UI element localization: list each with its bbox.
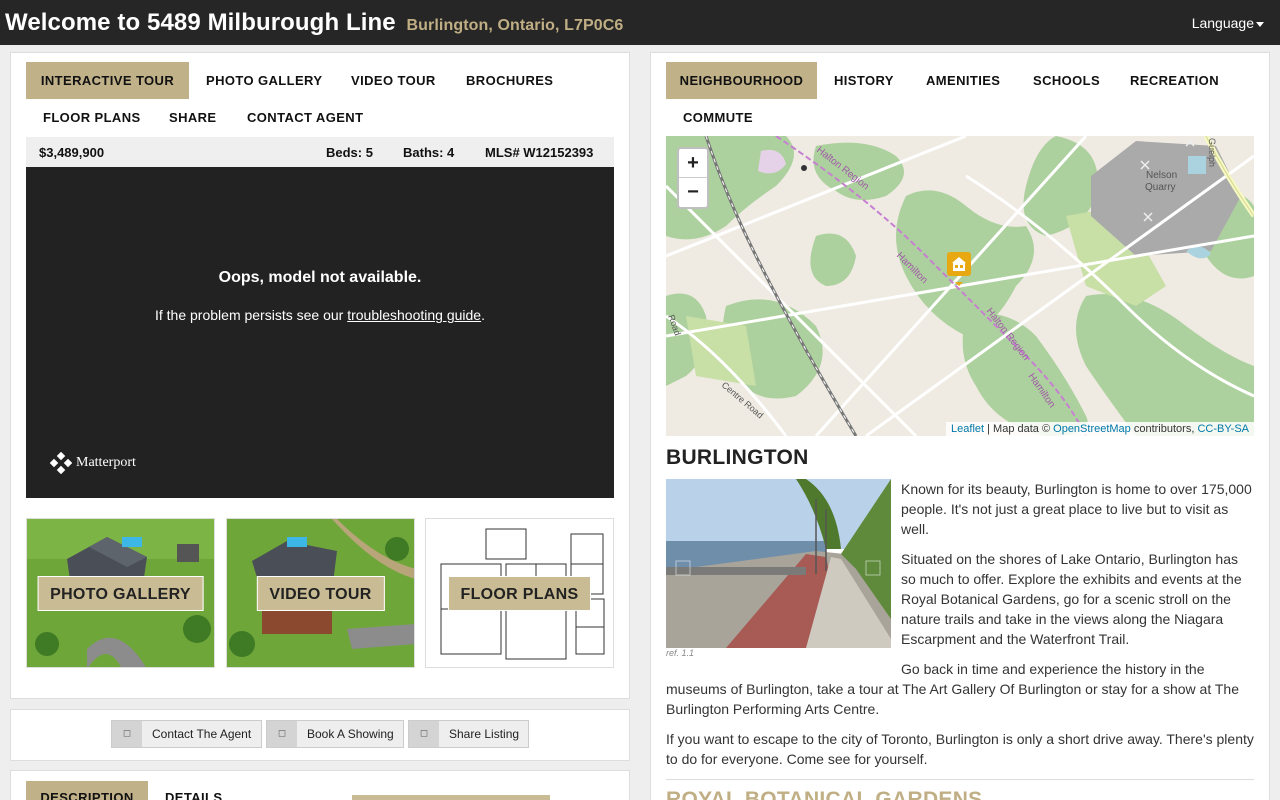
tab-description[interactable]: DESCRIPTION: [26, 781, 148, 800]
city-heading: BURLINGTON: [666, 446, 809, 469]
attribution-contributors: contributors,: [1130, 423, 1198, 435]
top-bar: Welcome to 5489 Milburough Line Burlingt…: [0, 0, 1280, 45]
tab-amenities[interactable]: AMENITIES: [926, 62, 1000, 99]
help-prefix: If the problem persists see our: [155, 307, 348, 323]
matterport-brand: Matterport: [76, 455, 136, 470]
property-baths: Baths: 4: [403, 145, 455, 160]
troubleshooting-guide-link[interactable]: troubleshooting guide: [347, 307, 481, 323]
tab-history[interactable]: HISTORY: [834, 62, 894, 99]
waterfront-image: [666, 479, 891, 648]
matterport-viewer[interactable]: Oops, model not available. If the proble…: [26, 167, 614, 498]
listing-location: Burlington, Ontario, L7P0C6: [406, 17, 624, 34]
viewer-error-help: If the problem persists see our troubles…: [26, 307, 614, 323]
book-showing-label: Book A Showing: [307, 727, 394, 741]
zoom-in-button[interactable]: +: [679, 149, 707, 178]
language-dropdown[interactable]: Language: [1192, 15, 1264, 31]
paragraph-toronto: If you want to escape to the city of Tor…: [666, 731, 1254, 767]
contact-agent-button[interactable]: ◻ Contact The Agent: [111, 720, 262, 748]
caret-down-icon: [1256, 21, 1264, 27]
tab-schools[interactable]: SCHOOLS: [1033, 62, 1100, 99]
video-tour-thumbnail[interactable]: VIDEO TOUR: [226, 518, 415, 668]
tab-share[interactable]: SHARE: [169, 99, 217, 136]
floor-plans-label: FLOOR PLANS: [447, 576, 592, 611]
openstreetmap-link[interactable]: OpenStreetMap: [1053, 423, 1131, 435]
royal-botanical-gardens-heading: ROYAL BOTANICAL GARDENS: [666, 788, 983, 800]
envelope-icon: ◻: [112, 721, 142, 747]
matterport-logo: Matterport: [50, 452, 136, 474]
book-showing-button[interactable]: ◻ Book A Showing: [266, 720, 404, 748]
tab-photo-gallery[interactable]: PHOTO GALLERY: [206, 62, 322, 99]
attribution-text: | Map data ©: [984, 423, 1054, 435]
cc-by-sa-link[interactable]: CC-BY-SA: [1197, 423, 1249, 435]
map-attribution: Leaflet | Map data © OpenStreetMap contr…: [946, 422, 1254, 436]
video-tour-label: VIDEO TOUR: [256, 576, 385, 611]
section-divider: [666, 779, 1254, 780]
paragraph-attractions: Situated on the shores of Lake Ontario, …: [901, 551, 1242, 647]
help-suffix: .: [481, 307, 485, 323]
map-label-guelph: Guelph: [1207, 138, 1217, 167]
leaflet-link[interactable]: Leaflet: [951, 423, 984, 435]
waterfront-photo[interactable]: [666, 479, 891, 648]
language-label: Language: [1191, 15, 1254, 31]
tab-neighbourhood[interactable]: NEIGHBOURHOOD: [666, 62, 817, 99]
zoom-out-button[interactable]: −: [679, 178, 707, 207]
photo-reference: ref. 1.1: [666, 648, 695, 658]
map-zoom-control: + −: [677, 147, 709, 209]
description-banner: [352, 795, 550, 800]
share-listing-button[interactable]: ◻ Share Listing: [408, 720, 529, 748]
map-tiles: Halton Region Hamilton Halton Region Ham…: [666, 136, 1254, 436]
tab-video-tour[interactable]: VIDEO TOUR: [351, 62, 436, 99]
property-mls: MLS# W12152393: [485, 145, 594, 160]
matterport-icon: [50, 452, 72, 474]
viewer-error-title: Oops, model not available.: [218, 269, 422, 286]
tab-floor-plans[interactable]: FLOOR PLANS: [43, 99, 141, 136]
map-label-quarry: Quarry: [1145, 182, 1176, 193]
share-icon: ◻: [409, 721, 439, 747]
property-info-bar: $3,489,900 Beds: 5 Baths: 4 MLS# W121523…: [26, 137, 614, 167]
neighbourhood-map[interactable]: Halton Region Hamilton Halton Region Ham…: [666, 136, 1254, 436]
contact-agent-label: Contact The Agent: [152, 727, 252, 741]
tab-recreation[interactable]: RECREATION: [1130, 62, 1219, 99]
paragraph-intro: Known for its beauty, Burlington is home…: [901, 481, 1252, 537]
property-price: $3,489,900: [39, 145, 105, 160]
photo-gallery-label: PHOTO GALLERY: [37, 576, 204, 611]
page-title: Welcome to 5489 Milburough Line Burlingt…: [5, 9, 623, 37]
floor-plans-thumbnail[interactable]: FLOOR PLANS: [425, 518, 614, 668]
paragraph-history: Go back in time and experience the histo…: [666, 661, 1239, 717]
listing-address: Welcome to 5489 Milburough Line: [5, 9, 396, 36]
map-label-nelson: Nelson: [1146, 170, 1177, 181]
tab-commute[interactable]: COMMUTE: [683, 99, 753, 136]
calendar-icon: ◻: [267, 721, 297, 747]
tab-interactive-tour[interactable]: INTERACTIVE TOUR: [26, 62, 189, 99]
tab-details[interactable]: DETAILS: [165, 781, 222, 800]
tab-contact-agent[interactable]: CONTACT AGENT: [247, 99, 363, 136]
share-listing-label: Share Listing: [449, 727, 520, 741]
photo-gallery-thumbnail[interactable]: PHOTO GALLERY: [26, 518, 215, 668]
tab-brochures[interactable]: BROCHURES: [466, 62, 553, 99]
property-beds: Beds: 5: [326, 145, 373, 160]
